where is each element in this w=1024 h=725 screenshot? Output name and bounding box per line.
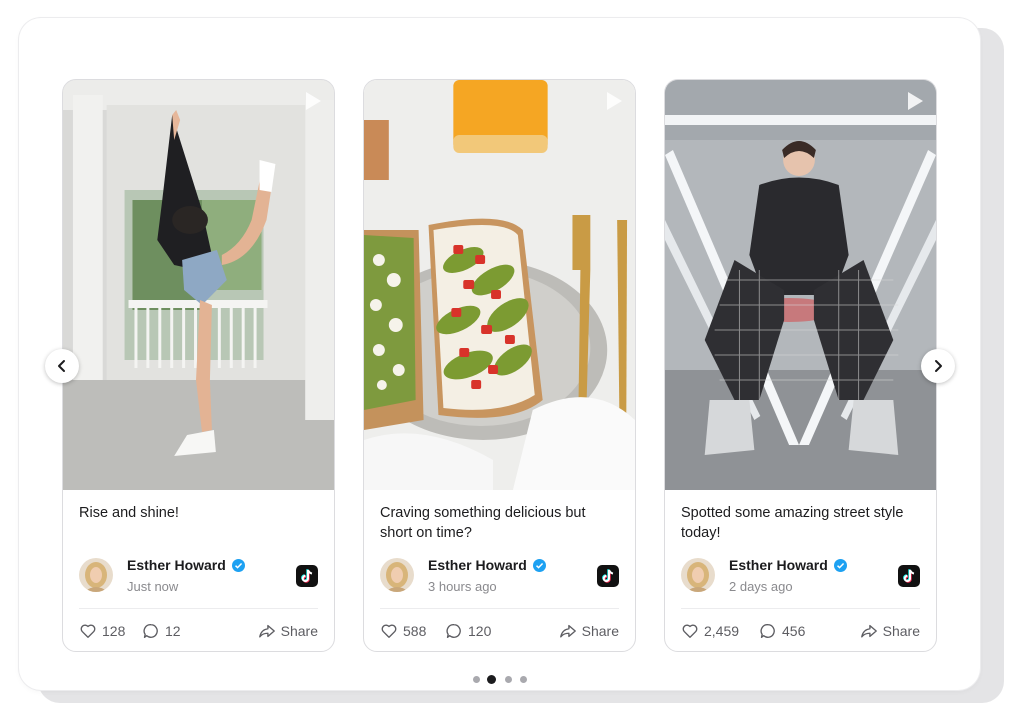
post-video-thumbnail[interactable] [665, 80, 936, 490]
avatar[interactable] [79, 558, 113, 592]
post-card[interactable]: Rise and shine! Esther Howard Just now 1… [62, 79, 335, 652]
share-label: Share [581, 623, 619, 639]
chevron-right-icon [935, 360, 942, 372]
post-caption: Rise and shine! [79, 505, 179, 521]
tiktok-icon[interactable] [898, 565, 920, 587]
post-author[interactable]: Esther Howard 2 days ago [681, 557, 920, 595]
verified-badge-icon [532, 558, 546, 572]
avocado-toast-photo [364, 80, 635, 490]
post-timestamp: Just now [127, 579, 179, 594]
prev-button[interactable] [45, 349, 79, 383]
share-button[interactable]: Share [258, 620, 318, 642]
street-style-photo [665, 80, 936, 490]
like-count: 128 [102, 623, 126, 639]
post-card[interactable]: Craving something delicious but short on… [363, 79, 636, 652]
comment-count: 120 [468, 623, 492, 639]
play-icon [908, 92, 923, 110]
post-timestamp: 3 hours ago [428, 579, 497, 594]
divider [79, 608, 318, 609]
comment-button[interactable]: 12 [142, 620, 181, 642]
post-author[interactable]: Esther Howard Just now [79, 557, 318, 595]
pagination-dot-active[interactable] [487, 675, 496, 684]
post-caption: Spotted some amazing street style today! [681, 505, 904, 541]
author-name[interactable]: Esther Howard [428, 557, 546, 573]
avatar[interactable] [380, 558, 414, 592]
share-icon [258, 624, 275, 638]
heart-icon [80, 624, 96, 638]
share-icon [860, 624, 877, 638]
comment-count: 12 [165, 623, 181, 639]
tiktok-feed-widget: Rise and shine! Esther Howard Just now 1… [19, 18, 980, 690]
like-button[interactable]: 128 [79, 620, 125, 642]
heart-icon [682, 624, 698, 638]
comment-icon [446, 624, 461, 638]
tiktok-icon[interactable] [597, 565, 619, 587]
like-count: 2,459 [704, 623, 740, 639]
tiktok-icon[interactable] [296, 565, 318, 587]
pagination-dot[interactable] [520, 676, 527, 683]
like-count: 588 [403, 623, 427, 639]
comment-button[interactable]: 120 [445, 620, 491, 642]
comment-button[interactable]: 456 [759, 620, 805, 642]
heart-icon [381, 624, 397, 638]
comment-count: 456 [782, 623, 806, 639]
like-button[interactable]: 2,459 [681, 620, 739, 642]
share-label: Share [280, 623, 318, 639]
dancer-photo [63, 80, 334, 490]
post-actions: 128 12 Share [79, 620, 318, 642]
avatar[interactable] [681, 558, 715, 592]
pagination-dots [19, 674, 980, 686]
comment-icon [143, 624, 158, 638]
share-button[interactable]: Share [860, 620, 920, 642]
share-label: Share [882, 623, 920, 639]
post-timestamp: 2 days ago [729, 579, 793, 594]
post-author[interactable]: Esther Howard 3 hours ago [380, 557, 619, 595]
like-button[interactable]: 588 [380, 620, 426, 642]
divider [380, 608, 619, 609]
comment-icon [760, 624, 775, 638]
post-video-thumbnail[interactable] [63, 80, 334, 490]
pagination-dot[interactable] [473, 676, 480, 683]
post-caption: Craving something delicious but short on… [380, 505, 586, 541]
chevron-left-icon [58, 360, 65, 372]
pagination-dot[interactable] [505, 676, 512, 683]
share-button[interactable]: Share [559, 620, 619, 642]
post-actions: 2,459 456 Share [681, 620, 920, 642]
verified-badge-icon [833, 558, 847, 572]
play-icon [607, 92, 622, 110]
author-name[interactable]: Esther Howard [127, 557, 245, 573]
share-icon [559, 624, 576, 638]
verified-badge-icon [231, 558, 245, 572]
play-icon [306, 92, 321, 110]
post-card[interactable]: Spotted some amazing street style today!… [664, 79, 937, 652]
divider [681, 608, 920, 609]
author-name[interactable]: Esther Howard [729, 557, 847, 573]
post-video-thumbnail[interactable] [364, 80, 635, 490]
post-actions: 588 120 Share [380, 620, 619, 642]
next-button[interactable] [921, 349, 955, 383]
